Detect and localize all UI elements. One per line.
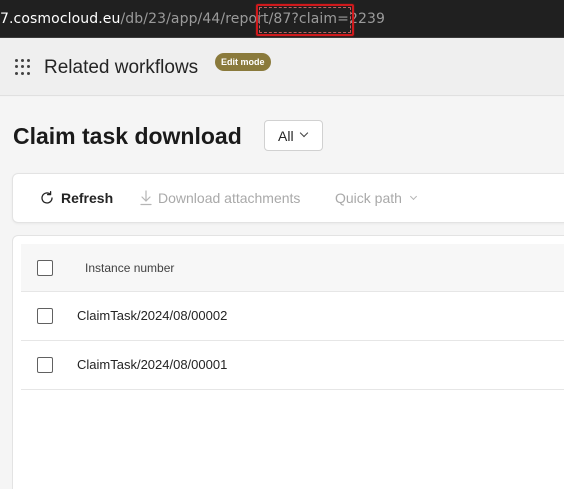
app-window: 7.cosmocloud.eu/db/23/app/44/report/87?c… <box>0 0 564 489</box>
table-row[interactable]: ClaimTask/2024/08/00002 <box>21 292 564 341</box>
url-query-highlight <box>256 4 354 36</box>
app-title: Related workflows <box>44 57 199 78</box>
command-toolbar: Refresh Download attachments Quick path <box>12 173 564 223</box>
table-row[interactable]: ClaimTask/2024/08/00001 <box>21 341 564 390</box>
chevron-down-icon <box>409 192 418 201</box>
quick-path-label: Quick path <box>335 190 402 206</box>
instance-number-cell[interactable]: ClaimTask/2024/08/00002 <box>77 308 227 323</box>
download-attachments-label: Download attachments <box>158 190 301 206</box>
filter-selected-value: All <box>278 128 294 144</box>
row-checkbox[interactable] <box>37 357 53 373</box>
select-all-checkbox[interactable] <box>37 260 53 276</box>
page-title: Claim task download <box>13 123 242 149</box>
download-icon <box>140 190 152 206</box>
chevron-down-icon <box>299 128 309 138</box>
column-header-instance-number[interactable]: Instance number <box>85 261 174 275</box>
app-header: Related workflows Edit mode <box>0 38 564 96</box>
instance-number-cell[interactable]: ClaimTask/2024/08/00001 <box>77 357 227 372</box>
main-content: Claim task download All Refresh Download <box>0 97 564 489</box>
app-launcher-icon[interactable] <box>15 59 31 75</box>
filter-dropdown[interactable]: All <box>264 120 323 151</box>
refresh-label: Refresh <box>61 190 114 206</box>
row-checkbox[interactable] <box>37 308 53 324</box>
url-host: 7.cosmocloud.eu <box>0 11 121 27</box>
refresh-icon <box>41 190 53 204</box>
address-bar[interactable]: 7.cosmocloud.eu/db/23/app/44/report/87?c… <box>0 0 564 38</box>
edit-mode-badge: Edit mode <box>215 53 271 71</box>
grid-header-row: Instance number <box>21 244 564 292</box>
data-grid: Instance number ClaimTask/2024/08/00002 … <box>12 235 564 489</box>
